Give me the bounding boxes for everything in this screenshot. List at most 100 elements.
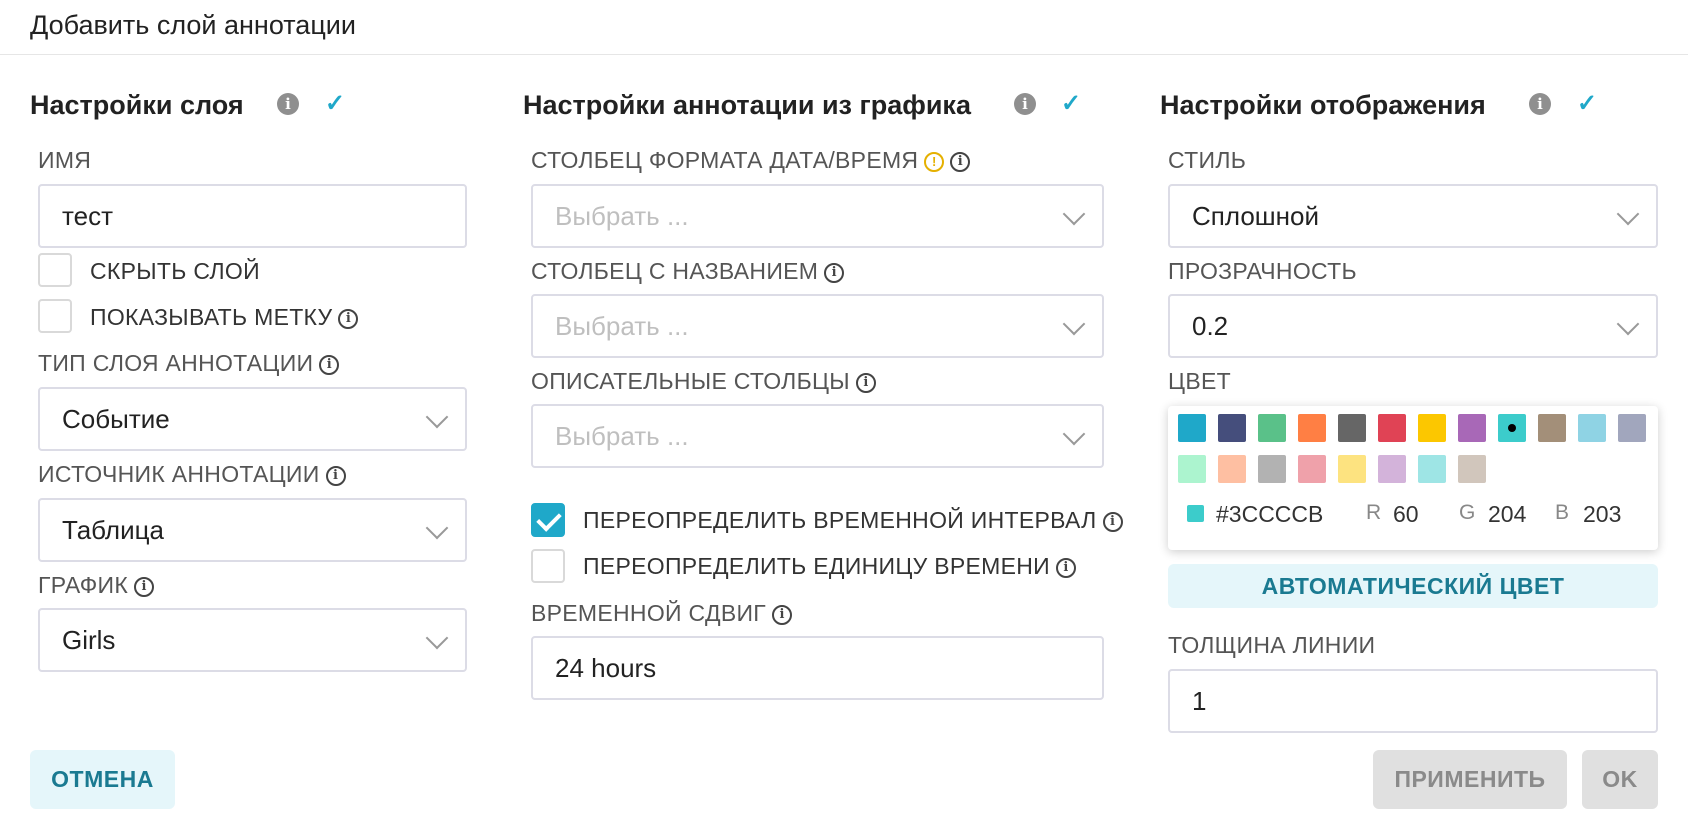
- cancel-button[interactable]: ОТМЕНА: [30, 750, 175, 809]
- r-input[interactable]: 60: [1393, 500, 1437, 528]
- time-shift-value: 24 hours: [555, 653, 657, 683]
- b-label: B: [1555, 501, 1570, 524]
- info-outline-icon[interactable]: i: [824, 262, 845, 283]
- name-input[interactable]: тест: [38, 184, 467, 248]
- color-swatch[interactable]: [1178, 455, 1206, 483]
- desc-cols-label-row: ОПИСАТЕЛЬНЫЕ СТОЛБЦЫ i: [531, 367, 876, 395]
- color-swatch[interactable]: [1458, 414, 1486, 442]
- ok-button[interactable]: OK: [1582, 750, 1658, 809]
- color-swatch[interactable]: [1538, 414, 1566, 442]
- info-outline-icon[interactable]: i: [319, 354, 340, 375]
- color-swatch[interactable]: [1298, 414, 1326, 442]
- info-outline-icon[interactable]: i: [772, 604, 793, 625]
- b-input[interactable]: 203: [1583, 500, 1623, 528]
- title-col-label-row: СТОЛБЕЦ С НАЗВАНИЕМ i: [531, 257, 845, 285]
- color-swatch[interactable]: [1338, 455, 1366, 483]
- auto-color-button[interactable]: АВТОМАТИЧЕСКИЙ ЦВЕТ: [1168, 564, 1658, 608]
- g-label: G: [1459, 501, 1476, 524]
- color-swatch[interactable]: [1378, 414, 1406, 442]
- line-width-input[interactable]: 1: [1168, 669, 1658, 733]
- time-shift-label-row: ВРЕМЕННОЙ СДВИГ i: [531, 599, 793, 627]
- hex-input[interactable]: #3CCCCB: [1216, 500, 1334, 528]
- color-swatch[interactable]: [1458, 455, 1486, 483]
- color-swatch[interactable]: [1338, 414, 1366, 442]
- chevron-down-icon: [425, 405, 449, 429]
- color-label: ЦВЕТ: [1168, 368, 1231, 394]
- info-outline-icon[interactable]: i: [325, 465, 346, 486]
- line-width-label: ТОЛЩИНА ЛИНИИ: [1168, 632, 1376, 658]
- layer-type-select[interactable]: Событие: [38, 387, 467, 451]
- desc-cols-placeholder: Выбрать ...: [555, 421, 689, 451]
- color-swatch[interactable]: [1218, 414, 1246, 442]
- show-label-checkbox[interactable]: [38, 299, 72, 333]
- color-swatch[interactable]: [1298, 455, 1326, 483]
- time-shift-input[interactable]: 24 hours: [531, 636, 1104, 700]
- color-swatch[interactable]: [1258, 455, 1286, 483]
- title-col-label: СТОЛБЕЦ С НАЗВАНИЕМ: [531, 258, 819, 284]
- info-filled-icon[interactable]: i: [1014, 93, 1036, 115]
- info-outline-icon[interactable]: i: [338, 308, 359, 329]
- annotation-settings-title: Настройки аннотации из графика: [523, 90, 971, 120]
- chevron-down-icon: [1062, 202, 1086, 226]
- chevron-down-icon: [425, 516, 449, 540]
- datetime-col-label: СТОЛБЕЦ ФОРМАТА ДАТА/ВРЕМЯ: [531, 147, 919, 173]
- info-filled-icon[interactable]: i: [277, 93, 299, 115]
- chart-select[interactable]: Girls: [38, 608, 467, 672]
- g-input[interactable]: 204: [1488, 500, 1528, 528]
- override-grain-checkbox[interactable]: [531, 549, 565, 583]
- color-swatch[interactable]: [1178, 414, 1206, 442]
- override-range-label: ПЕРЕОПРЕДЕЛИТЬ ВРЕМЕННОЙ ИНТЕРВАЛ: [583, 507, 1097, 533]
- opacity-value: 0.2: [1192, 311, 1229, 341]
- chart-value: Girls: [62, 625, 116, 655]
- chart-label: ГРАФИК: [38, 572, 129, 598]
- color-swatch[interactable]: [1218, 455, 1246, 483]
- opacity-select[interactable]: 0.2: [1168, 294, 1658, 358]
- layer-type-label: ТИП СЛОЯ АННОТАЦИИ: [38, 350, 314, 376]
- info-outline-icon[interactable]: i: [855, 372, 876, 393]
- modal-title: Добавить слой аннотации: [30, 10, 356, 40]
- override-range-row: ПЕРЕОПРЕДЕЛИТЬ ВРЕМЕННОЙ ИНТЕРВАЛ i: [583, 506, 1123, 534]
- time-shift-label: ВРЕМЕННОЙ СДВИГ: [531, 600, 767, 626]
- override-range-checkbox[interactable]: [531, 503, 565, 537]
- hex-color-preview: [1187, 505, 1204, 522]
- color-swatch[interactable]: [1578, 414, 1606, 442]
- color-swatch[interactable]: [1498, 414, 1526, 442]
- color-swatch[interactable]: [1378, 455, 1406, 483]
- source-select[interactable]: Таблица: [38, 498, 467, 562]
- color-swatch[interactable]: [1258, 414, 1286, 442]
- color-swatch[interactable]: [1618, 414, 1646, 442]
- style-select[interactable]: Сплошной: [1168, 184, 1658, 248]
- override-grain-row: ПЕРЕОПРЕДЕЛИТЬ ЕДИНИЦУ ВРЕМЕНИ i: [583, 552, 1077, 580]
- check-icon: ✓: [1577, 90, 1598, 117]
- desc-cols-select[interactable]: Выбрать ...: [531, 404, 1104, 468]
- chevron-down-icon: [1062, 312, 1086, 336]
- chevron-down-icon: [1616, 202, 1640, 226]
- chart-label-row: ГРАФИК i: [38, 571, 155, 599]
- color-swatch[interactable]: [1418, 455, 1446, 483]
- info-outline-icon[interactable]: i: [134, 576, 155, 597]
- name-input-value: тест: [62, 201, 113, 231]
- layer-settings-title: Настройки слоя: [30, 90, 244, 120]
- title-col-select[interactable]: Выбрать ...: [531, 294, 1104, 358]
- info-filled-icon[interactable]: i: [1529, 93, 1551, 115]
- datetime-col-select[interactable]: Выбрать ...: [531, 184, 1104, 248]
- override-grain-label: ПЕРЕОПРЕДЕЛИТЬ ЕДИНИЦУ ВРЕМЕНИ: [583, 553, 1051, 579]
- show-label-label: ПОКАЗЫВАТЬ МЕТКУ: [90, 304, 333, 330]
- color-swatch[interactable]: [1418, 414, 1446, 442]
- hide-layer-label: СКРЫТЬ СЛОЙ: [90, 258, 260, 284]
- info-outline-icon[interactable]: i: [950, 151, 971, 172]
- header-divider: [0, 54, 1688, 55]
- style-label: СТИЛЬ: [1168, 147, 1247, 173]
- opacity-label: ПРОЗРАЧНОСТЬ: [1168, 258, 1357, 284]
- warning-icon[interactable]: !: [924, 151, 945, 172]
- desc-cols-label: ОПИСАТЕЛЬНЫЕ СТОЛБЦЫ: [531, 368, 850, 394]
- datetime-col-placeholder: Выбрать ...: [555, 201, 689, 231]
- chevron-down-icon: [1062, 422, 1086, 446]
- apply-button[interactable]: ПРИМЕНИТЬ: [1373, 750, 1567, 809]
- info-outline-icon[interactable]: i: [1056, 557, 1077, 578]
- chevron-down-icon: [1616, 312, 1640, 336]
- hide-layer-checkbox[interactable]: [38, 253, 72, 287]
- info-outline-icon[interactable]: i: [1102, 511, 1123, 532]
- chevron-down-icon: [425, 626, 449, 650]
- source-label: ИСТОЧНИК АННОТАЦИИ: [38, 461, 320, 487]
